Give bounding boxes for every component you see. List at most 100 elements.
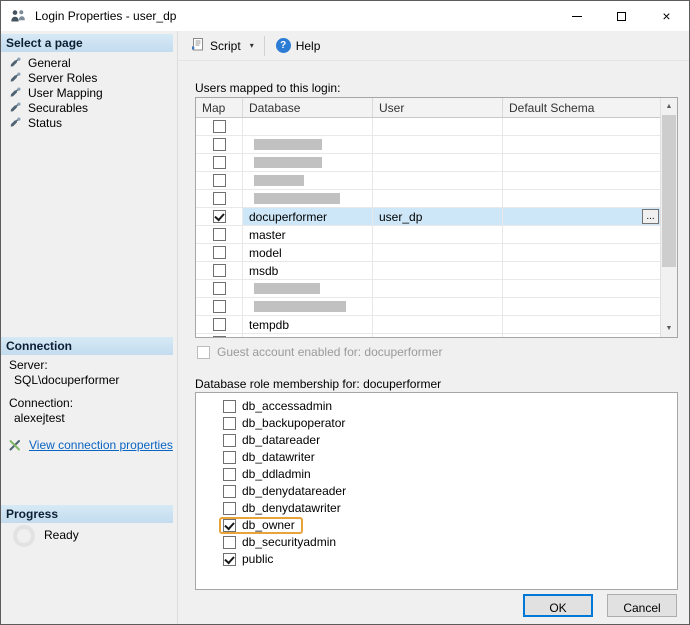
schema-cell xyxy=(503,136,660,153)
role-highlight-ring: db_backupoperator xyxy=(219,415,353,432)
minimize-button[interactable] xyxy=(554,1,599,31)
map-checkbox[interactable] xyxy=(213,264,226,277)
table-row[interactable] xyxy=(196,334,660,337)
map-checkbox[interactable] xyxy=(213,138,226,151)
maximize-button[interactable] xyxy=(599,1,644,31)
main-panel: Script ▾ ? Help Users mapped to this log… xyxy=(177,31,689,624)
map-cell xyxy=(196,244,243,261)
role-checkbox[interactable] xyxy=(223,434,236,447)
table-row[interactable] xyxy=(196,298,660,316)
role-checkbox[interactable] xyxy=(223,485,236,498)
role-checkbox[interactable] xyxy=(223,451,236,464)
schema-cell xyxy=(503,172,660,189)
script-button-label: Script xyxy=(210,39,241,53)
role-label: db_ddladmin xyxy=(242,468,311,481)
minimize-icon xyxy=(572,16,582,17)
map-cell xyxy=(196,154,243,171)
close-button[interactable]: × xyxy=(644,1,689,31)
role-checkbox[interactable] xyxy=(223,502,236,515)
map-checkbox[interactable] xyxy=(213,156,226,169)
script-button[interactable]: Script xyxy=(186,34,246,57)
database-cell xyxy=(243,280,373,297)
database-role-list: db_accessadmin db_backupoperator xyxy=(195,392,678,590)
toolbar-separator xyxy=(264,36,265,56)
map-checkbox[interactable] xyxy=(213,300,226,313)
script-dropdown-icon[interactable]: ▾ xyxy=(246,38,258,53)
redacted-database-bar xyxy=(254,175,304,186)
table-row[interactable]: tempdb xyxy=(196,316,660,334)
role-checkbox[interactable] xyxy=(223,553,236,566)
progress-header: Progress xyxy=(1,505,173,523)
table-row[interactable]: msdb xyxy=(196,262,660,280)
user-cell xyxy=(373,226,503,243)
help-button[interactable]: ? Help xyxy=(271,35,326,56)
sidebar-item-server-roles[interactable]: Server Roles xyxy=(1,70,173,85)
table-row[interactable] xyxy=(196,280,660,298)
role-item-public[interactable]: public xyxy=(196,551,677,568)
sidebar-item-status[interactable]: Status xyxy=(1,115,173,130)
sidebar-item-user-mapping[interactable]: User Mapping xyxy=(1,85,173,100)
user-cell xyxy=(373,298,503,315)
scrollbar-thumb[interactable] xyxy=(662,115,676,267)
table-row[interactable] xyxy=(196,136,660,154)
role-item-db_denydatareader[interactable]: db_denydatareader xyxy=(196,483,677,500)
sidebar-page-label: User Mapping xyxy=(28,86,103,100)
schema-cell xyxy=(503,262,660,279)
table-row[interactable] xyxy=(196,172,660,190)
database-cell: msdb xyxy=(243,262,373,279)
role-item-db_datawriter[interactable]: db_datawriter xyxy=(196,449,677,466)
scroll-up-button[interactable]: ▲ xyxy=(661,98,677,115)
map-cell xyxy=(196,334,243,337)
role-label: db_backupoperator xyxy=(242,417,345,430)
role-item-db_owner[interactable]: db_owner xyxy=(196,517,677,534)
dialog-body: Select a page General xyxy=(1,31,689,624)
map-checkbox[interactable] xyxy=(213,192,226,205)
role-highlight-ring: db_owner xyxy=(219,517,303,534)
table-row[interactable]: master xyxy=(196,226,660,244)
role-item-db_denydatawriter[interactable]: db_denydatawriter xyxy=(196,500,677,517)
role-highlight-ring: db_ddladmin xyxy=(219,466,319,483)
map-checkbox[interactable] xyxy=(213,246,226,259)
table-row[interactable] xyxy=(196,154,660,172)
toolbar: Script ▾ ? Help xyxy=(178,31,689,61)
map-checkbox[interactable] xyxy=(213,210,226,223)
table-vertical-scrollbar[interactable]: ▲ ▼ xyxy=(660,98,677,337)
sidebar-item-general[interactable]: General xyxy=(1,55,173,70)
role-checkbox[interactable] xyxy=(223,536,236,549)
login-properties-window: Login Properties - user_dp × Select a pa… xyxy=(0,0,690,625)
map-checkbox[interactable] xyxy=(213,120,226,133)
role-item-db_ddladmin[interactable]: db_ddladmin xyxy=(196,466,677,483)
role-checkbox[interactable] xyxy=(223,417,236,430)
database-cell xyxy=(243,298,373,315)
map-checkbox[interactable] xyxy=(213,282,226,295)
cancel-button[interactable]: Cancel xyxy=(607,594,677,617)
role-item-db_datareader[interactable]: db_datareader xyxy=(196,432,677,449)
map-checkbox[interactable] xyxy=(213,174,226,187)
connection-value: alexejtest xyxy=(14,411,175,425)
role-checkbox[interactable] xyxy=(223,400,236,413)
role-checkbox[interactable] xyxy=(223,519,236,532)
table-row[interactable]: docuperformer user_dp ... xyxy=(196,208,660,226)
role-item-db_backupoperator[interactable]: db_backupoperator xyxy=(196,415,677,432)
table-row[interactable]: model xyxy=(196,244,660,262)
map-checkbox[interactable] xyxy=(213,228,226,241)
database-cell: master xyxy=(243,226,373,243)
map-cell xyxy=(196,298,243,315)
table-row[interactable] xyxy=(196,190,660,208)
map-cell xyxy=(196,136,243,153)
page-icon xyxy=(10,72,21,83)
role-item-db_accessadmin[interactable]: db_accessadmin xyxy=(196,398,677,415)
map-checkbox[interactable] xyxy=(213,336,226,337)
role-membership-label: Database role membership for: docuperfor… xyxy=(195,377,441,391)
table-row[interactable] xyxy=(196,118,660,136)
scroll-down-button[interactable]: ▼ xyxy=(661,320,677,337)
role-checkbox[interactable] xyxy=(223,468,236,481)
role-item-db_securityadmin[interactable]: db_securityadmin xyxy=(196,534,677,551)
schema-cell xyxy=(503,226,660,243)
map-checkbox[interactable] xyxy=(213,318,226,331)
ok-button[interactable]: OK xyxy=(523,594,593,617)
sidebar-item-securables[interactable]: Securables xyxy=(1,100,173,115)
default-schema-browse-button[interactable]: ... xyxy=(642,209,659,224)
role-highlight-ring: db_datareader xyxy=(219,432,328,449)
view-connection-properties-link[interactable]: View connection properties xyxy=(29,438,173,452)
